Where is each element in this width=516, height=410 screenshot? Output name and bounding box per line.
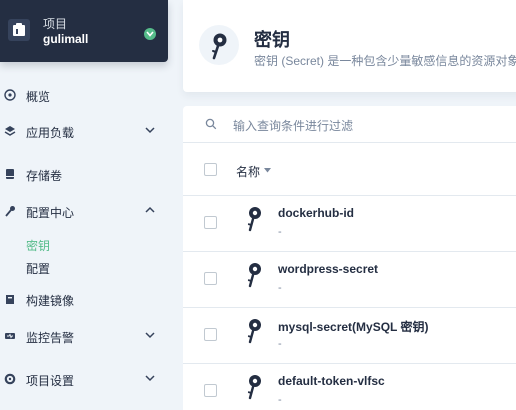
- image-builder-icon: [6, 295, 14, 304]
- chevron-down-icon: [145, 332, 155, 339]
- secret-key-icon: [247, 263, 261, 288]
- table-header: 名称: [183, 143, 516, 195]
- nav-item-workloads[interactable]: 应用负载: [0, 120, 170, 142]
- page-description: 密钥 (Secret) 是一种包含少量敏感信息的资源对象: [254, 54, 516, 68]
- nav-item-monitoring[interactable]: 监控告警: [0, 325, 170, 347]
- nav-subitem-secrets[interactable]: 密钥: [26, 237, 50, 254]
- search-input[interactable]: 输入查询条件进行过滤: [233, 117, 353, 134]
- nav-item-overview[interactable]: 概览: [0, 84, 170, 106]
- nav-item-volumes[interactable]: 存储卷: [0, 163, 170, 185]
- nav-subitem-configmaps[interactable]: 配置: [26, 260, 50, 277]
- nav-label-image-builder: 构建镜像: [26, 294, 75, 308]
- page-header: 密钥 密钥 (Secret) 是一种包含少量敏感信息的资源对象: [183, 0, 516, 92]
- nav-item-image-builder[interactable]: 构建镜像: [0, 288, 170, 310]
- secret-description: -: [278, 282, 282, 294]
- nav-item-project-settings[interactable]: 项目设置: [0, 368, 170, 390]
- nav-label-monitoring: 监控告警: [26, 331, 75, 345]
- filter-bar[interactable]: 输入查询条件进行过滤: [183, 106, 516, 142]
- chevron-up-icon: [145, 206, 155, 213]
- gear-icon: [4, 373, 16, 385]
- table-row[interactable]: mysql-secret(MySQL 密钥) -: [183, 307, 516, 363]
- main-content: 密钥 密钥 (Secret) 是一种包含少量敏感信息的资源对象 输入查询条件进行…: [183, 0, 516, 410]
- secret-name-link[interactable]: default-token-vlfsc: [278, 374, 385, 388]
- nav-label-project-settings: 项目设置: [26, 374, 75, 388]
- chevron-down-icon: [145, 375, 155, 382]
- nav-item-config-center[interactable]: 配置中心: [0, 200, 170, 222]
- nav-label-config-center: 配置中心: [26, 206, 75, 220]
- dashboard-icon: [4, 89, 16, 101]
- project-selector[interactable]: 项目 gulimall: [0, 0, 168, 62]
- project-icon: [8, 19, 30, 41]
- project-dropdown-icon[interactable]: [144, 28, 156, 40]
- nav-label-workloads: 应用负载: [26, 126, 75, 140]
- row-checkbox[interactable]: [204, 328, 217, 341]
- project-label: 项目: [43, 17, 68, 31]
- table-row[interactable]: wordpress-secret -: [183, 251, 516, 307]
- monitor-icon: [5, 333, 15, 339]
- storage-icon: [6, 169, 14, 179]
- table-row[interactable]: dockerhub-id -: [183, 195, 516, 251]
- row-checkbox[interactable]: [204, 384, 217, 397]
- row-checkbox[interactable]: [204, 272, 217, 285]
- nav-label-overview: 概览: [26, 90, 51, 104]
- secret-key-icon: [247, 375, 261, 400]
- project-name: gulimall: [43, 32, 89, 46]
- sort-down-icon[interactable]: [264, 168, 271, 173]
- secret-name-link[interactable]: mysql-secret(MySQL 密钥): [278, 318, 429, 335]
- secrets-table: 名称 dockerhub-id - wordpress-secret - mys…: [183, 142, 516, 410]
- table-row[interactable]: default-token-vlfsc -: [183, 363, 516, 410]
- secret-name-link[interactable]: wordpress-secret: [278, 262, 378, 276]
- secret-key-icon: [247, 319, 261, 344]
- wrench-icon: [5, 206, 15, 217]
- select-all-checkbox[interactable]: [204, 163, 217, 176]
- search-icon: [205, 118, 217, 130]
- secret-description: -: [278, 226, 282, 238]
- secret-key-icon: [247, 207, 261, 232]
- nav-label-volumes: 存储卷: [26, 169, 63, 183]
- secret-key-icon: [199, 25, 239, 65]
- secret-description: -: [278, 394, 282, 406]
- sidebar: 项目 gulimall 概览 应用负载 存储卷 配置中心 密钥 配置 构建镜像 …: [0, 0, 170, 410]
- secret-name-link[interactable]: dockerhub-id: [278, 206, 354, 220]
- chevron-down-icon: [145, 127, 155, 134]
- layers-icon: [4, 126, 16, 136]
- row-checkbox[interactable]: [204, 216, 217, 229]
- column-name-header[interactable]: 名称: [236, 163, 260, 180]
- page-title: 密钥: [254, 30, 290, 50]
- secret-description: -: [278, 338, 282, 350]
